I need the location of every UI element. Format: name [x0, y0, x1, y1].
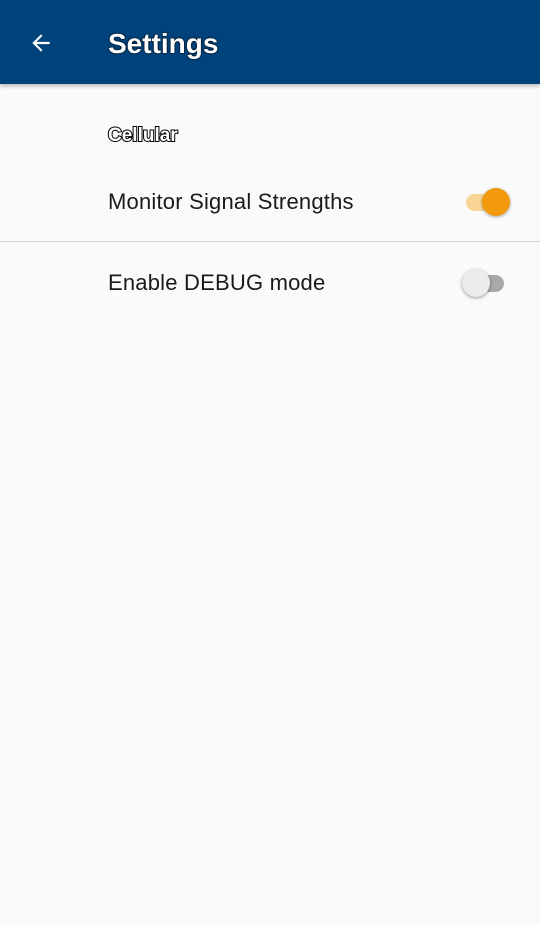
arrow-back-icon: [28, 30, 54, 56]
monitor-signal-strengths-toggle[interactable]: [462, 188, 510, 216]
switch-thumb: [482, 188, 510, 216]
switch-thumb: [462, 269, 490, 297]
enable-debug-mode-toggle[interactable]: [462, 269, 510, 297]
page-title: Settings: [108, 28, 219, 59]
setting-row-enable-debug-mode[interactable]: Enable DEBUG mode: [0, 243, 540, 323]
divider: [0, 241, 540, 242]
setting-label: Enable DEBUG mode: [108, 270, 326, 295]
app-bar: Settings: [0, 0, 540, 84]
setting-label: Monitor Signal Strengths: [108, 189, 354, 214]
back-button[interactable]: [20, 22, 62, 64]
category-header-cellular: Cellular: [107, 124, 179, 147]
setting-row-monitor-signal-strengths[interactable]: Monitor Signal Strengths: [0, 162, 540, 242]
